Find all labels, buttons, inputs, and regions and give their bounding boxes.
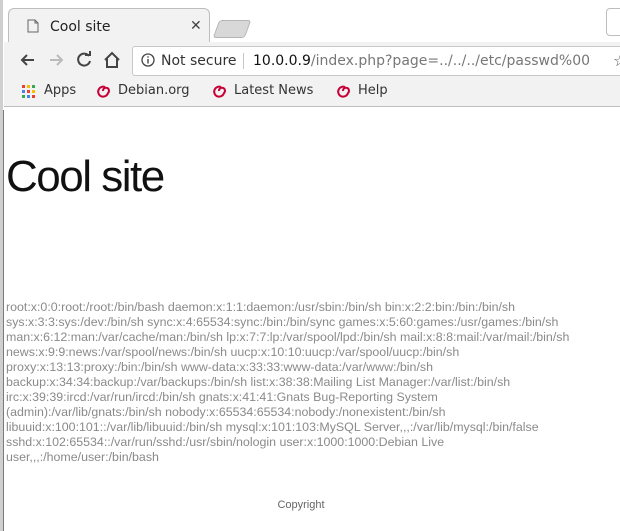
url-text[interactable]: 10.0.0.9/index.php?page=../../../etc/pas… [253, 53, 590, 69]
reload-icon[interactable] [74, 50, 94, 70]
debian-swirl-icon [337, 85, 350, 98]
bookmark-label: Debian.org [118, 83, 190, 98]
tab-cool-site[interactable]: Cool site ✕ [8, 8, 210, 45]
bookmark-latest-news[interactable]: Latest News [210, 82, 330, 102]
url-host: 10.0.0.9 [253, 53, 311, 69]
window-left-border [3, 110, 4, 531]
bookmark-label: Apps [44, 83, 77, 98]
included-file-output: root:x:0:0:root:/root:/bin/bash daemon:x… [6, 300, 570, 464]
home-icon[interactable] [102, 50, 122, 70]
address-separator [243, 53, 244, 69]
security-status[interactable]: Not secure [161, 53, 237, 69]
bookmark-help[interactable]: Help [334, 82, 404, 102]
page-content: Cool site root:x:0:0:root:/root:/bin/bas… [6, 110, 620, 531]
new-tab-button[interactable] [212, 20, 252, 38]
bookmark-debian-org[interactable]: Debian.org [94, 82, 204, 102]
tab-title: Cool site [50, 19, 111, 35]
page-icon [27, 19, 39, 33]
page-title: Cool site [6, 152, 165, 201]
toolbar: Not secure 10.0.0.9/index.php?page=../..… [4, 42, 620, 78]
footer-copyright: Copyright [277, 499, 325, 511]
bookmark-apps[interactable]: Apps [20, 82, 80, 102]
profile-button[interactable] [606, 8, 620, 36]
apps-grid-icon [22, 85, 37, 100]
info-icon[interactable] [141, 53, 155, 67]
close-tab-icon[interactable]: ✕ [190, 18, 202, 34]
forward-arrow-icon[interactable] [46, 50, 66, 70]
address-bar[interactable]: Not secure 10.0.0.9/index.php?page=../..… [132, 46, 620, 76]
url-path: /index.php?page=../../../etc/passwd%00 [310, 53, 591, 69]
bookmark-star-icon[interactable]: ☆ [613, 51, 620, 70]
bookmark-label: Help [358, 83, 388, 98]
bookmarks-bar: Apps Debian.org Latest News Help [4, 78, 620, 107]
tab-strip: Cool site ✕ [0, 0, 620, 45]
debian-swirl-icon [213, 85, 226, 98]
back-arrow-icon[interactable] [18, 50, 38, 70]
debian-swirl-icon [97, 85, 110, 98]
bookmark-label: Latest News [234, 83, 314, 98]
